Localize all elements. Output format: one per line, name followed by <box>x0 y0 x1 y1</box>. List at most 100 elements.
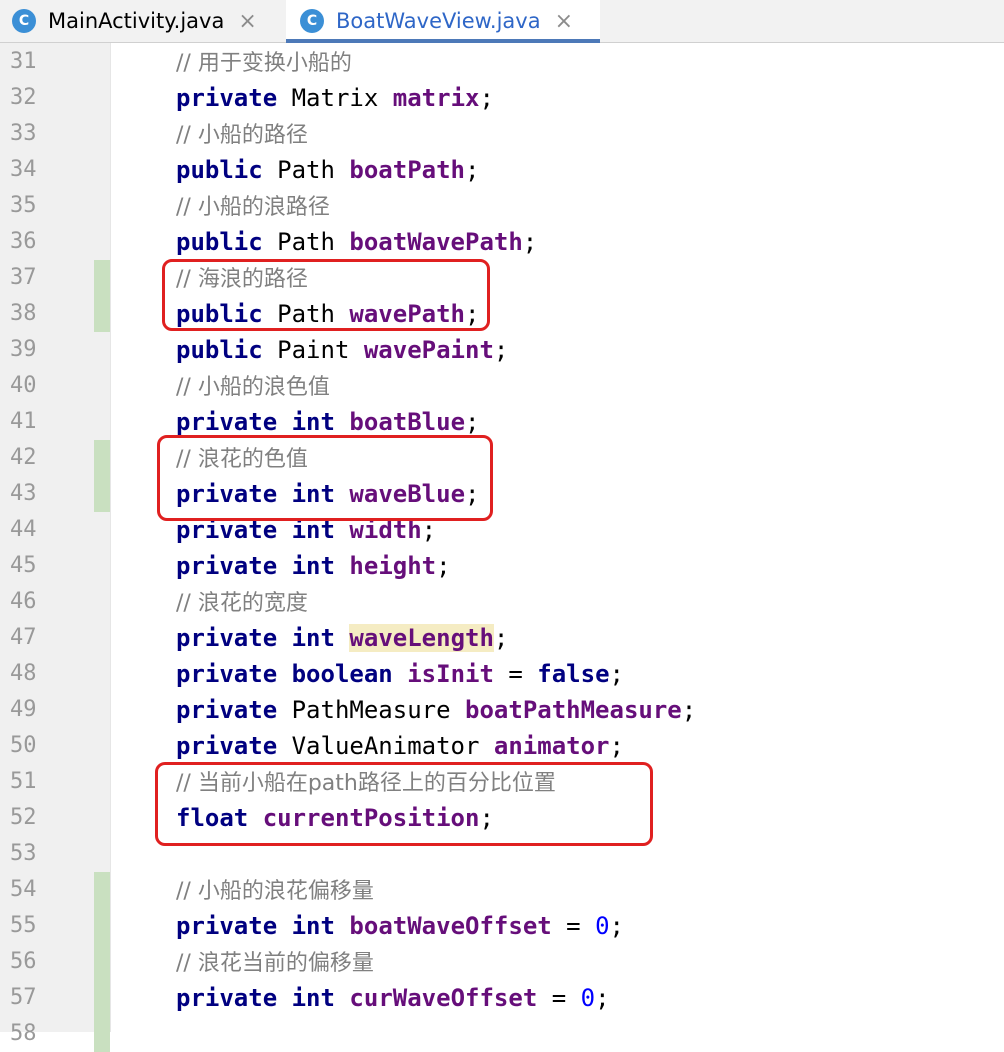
code-keyword: public <box>176 156 263 184</box>
code-line[interactable]: 56 // 浪花当前的偏移量 <box>0 944 1004 980</box>
code-keyword: int <box>291 984 335 1012</box>
code-line[interactable]: 37// 海浪的路径 <box>0 260 1004 296</box>
code-type: Path <box>277 156 335 184</box>
code-line[interactable]: 54 // 小船的浪花偏移量 <box>0 872 1004 908</box>
line-number: 39 <box>10 337 37 362</box>
code-line[interactable]: 44 private int width; <box>0 512 1004 548</box>
code-line[interactable]: 41 private int boatBlue; <box>0 404 1004 440</box>
class-file-icon: C <box>12 9 36 33</box>
code-line[interactable]: 38 public Path wavePath; <box>0 296 1004 332</box>
code-keyword: boolean <box>291 660 393 688</box>
line-number: 58 <box>10 1021 37 1046</box>
code-line[interactable]: 35 // 小船的浪路径 <box>0 188 1004 224</box>
code-field: curWaveOffset <box>349 984 538 1012</box>
code-line[interactable]: 49 private PathMeasure boatPathMeasure; <box>0 692 1004 728</box>
code-punct: ; <box>609 732 624 760</box>
vcs-change-marker[interactable] <box>94 296 110 332</box>
tab-label: MainActivity.java <box>48 9 225 33</box>
close-icon[interactable]: × <box>555 9 573 34</box>
code-text: // 浪花当前的偏移量 <box>176 944 374 982</box>
line-number: 32 <box>10 85 37 110</box>
vcs-change-marker[interactable] <box>94 980 110 1016</box>
code-punct: ; <box>436 552 451 580</box>
line-number: 41 <box>10 409 37 434</box>
waveBlue-annotation <box>157 435 493 521</box>
class-file-icon: C <box>300 9 324 33</box>
code-keyword: private <box>176 696 278 724</box>
code-field: height <box>349 552 437 580</box>
line-number: 36 <box>10 229 37 254</box>
code-line[interactable]: 55 private int boatWaveOffset = 0; <box>0 908 1004 944</box>
code-line[interactable]: 50 private ValueAnimator animator; <box>0 728 1004 764</box>
code-punct: ; <box>522 228 538 256</box>
code-type: ValueAnimator <box>291 732 480 760</box>
line-number: 53 <box>10 841 37 866</box>
code-keyword: public <box>176 336 263 364</box>
code-text: private PathMeasure boatPathMeasure; <box>176 692 696 728</box>
vcs-change-marker[interactable] <box>94 872 110 908</box>
line-number: 42 <box>10 445 37 470</box>
code-type: Paint <box>277 336 350 364</box>
code-line[interactable]: 57 private int curWaveOffset = 0; <box>0 980 1004 1016</box>
vcs-change-marker[interactable] <box>94 944 110 980</box>
vcs-change-marker[interactable] <box>94 1016 110 1052</box>
code-line[interactable]: 43 private int waveBlue; <box>0 476 1004 512</box>
close-icon[interactable]: × <box>238 9 256 34</box>
code-text: private int curWaveOffset = 0; <box>176 980 610 1016</box>
code-text: public Path boatPath; <box>176 152 479 188</box>
line-number: 35 <box>10 193 37 218</box>
code-keyword: private <box>176 912 278 940</box>
code-line[interactable]: 58 <box>0 1016 1004 1052</box>
code-comment: // 小船的路径 <box>176 123 308 148</box>
line-number: 57 <box>10 985 37 1010</box>
tab-boatwaveview[interactable]: C BoatWaveView.java × <box>286 0 600 43</box>
code-punct: ; <box>493 624 509 652</box>
line-number: 43 <box>10 481 37 506</box>
line-number: 56 <box>10 949 37 974</box>
line-number: 51 <box>10 769 37 794</box>
code-keyword: int <box>291 912 335 940</box>
code-line[interactable]: 33 // 小船的路径 <box>0 116 1004 152</box>
code-line[interactable]: 42// 浪花的色值 <box>0 440 1004 476</box>
code-line[interactable]: 47 private int waveLength; <box>0 620 1004 656</box>
code-field: boatWaveOffset <box>349 912 552 940</box>
code-line[interactable]: 48 private boolean isInit = false; <box>0 656 1004 692</box>
code-text: // 用于变换小船的 <box>176 44 352 82</box>
code-line[interactable]: 31 // 用于变换小船的 <box>0 44 1004 80</box>
code-text: private int waveLength; <box>176 620 508 656</box>
code-number: 0 <box>580 984 596 1012</box>
vcs-change-marker[interactable] <box>94 260 110 296</box>
code-comment: // 用于变换小船的 <box>176 51 352 76</box>
code-comment: // 小船的浪色值 <box>176 375 330 400</box>
tab-mainactivity[interactable]: C MainActivity.java × <box>12 0 274 42</box>
code-line[interactable]: 32 private Matrix matrix; <box>0 80 1004 116</box>
code-punct: = <box>551 912 596 940</box>
line-number: 47 <box>10 625 37 650</box>
code-comment: // 小船的浪路径 <box>176 195 330 220</box>
vcs-change-marker[interactable] <box>94 908 110 944</box>
code-keyword: int <box>291 624 335 652</box>
code-line[interactable]: 39 public Paint wavePaint; <box>0 332 1004 368</box>
code-field: matrix <box>392 84 480 112</box>
code-keyword: int <box>291 552 335 580</box>
code-punct: ; <box>493 336 509 364</box>
code-line[interactable]: 45 private int height; <box>0 548 1004 584</box>
vcs-change-marker[interactable] <box>94 440 110 476</box>
vcs-change-marker[interactable] <box>94 476 110 512</box>
code-comment: // 小船的浪花偏移量 <box>176 879 374 904</box>
code-keyword: private <box>176 408 278 436</box>
code-line[interactable]: 36 public Path boatWavePath; <box>0 224 1004 260</box>
code-keyword: private <box>176 984 278 1012</box>
code-punct: ; <box>465 156 480 184</box>
code-number: 0 <box>595 912 610 940</box>
code-punct: ; <box>595 984 610 1012</box>
code-keyword: private <box>176 624 278 652</box>
code-line[interactable]: 34 public Path boatPath; <box>0 152 1004 188</box>
code-punct: ; <box>479 84 494 112</box>
code-text: public Paint wavePaint; <box>176 332 508 368</box>
code-text: private ValueAnimator animator; <box>176 728 624 764</box>
code-line[interactable]: 46 // 浪花的宽度 <box>0 584 1004 620</box>
code-line[interactable]: 40 // 小船的浪色值 <box>0 368 1004 404</box>
line-number: 45 <box>10 553 37 578</box>
code-type: PathMeasure <box>291 696 451 724</box>
